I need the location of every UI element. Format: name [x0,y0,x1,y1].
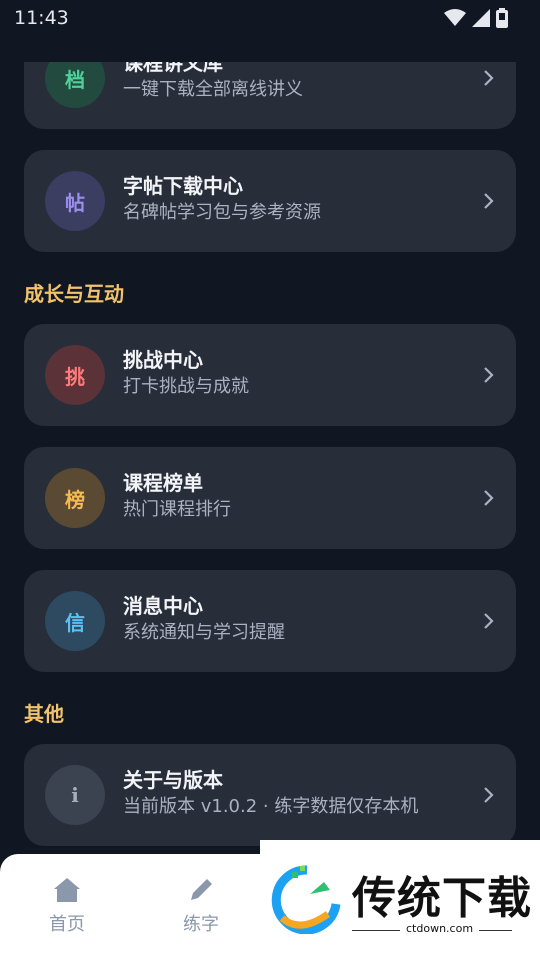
chevron-right-icon [484,787,494,803]
chevron-right-icon [484,613,494,629]
badge-copybook-icon: 帖 [45,171,105,231]
badge-ranking-icon: 榜 [45,468,105,528]
badge-message-icon: 信 [45,591,105,651]
status-bar: 11:43 [0,0,540,36]
card-copybook-download[interactable]: 帖 字帖下载中心 名碑帖学习包与参考资源 [24,150,516,252]
tab-practice[interactable]: 练字 [161,876,241,936]
card-challenge-center[interactable]: 挑 挑战中心 打卡挑战与成就 [24,324,516,426]
badge-info-icon: i [45,765,105,825]
tab-home[interactable]: 首页 [27,876,107,936]
battery-icon [496,8,508,28]
tab-label: 练字 [183,914,219,935]
tab-label: 首页 [49,914,85,935]
card-subtitle: 系统通知与学习提醒 [123,622,285,643]
card-course-ranking[interactable]: 榜 课程榜单 热门课程排行 [24,447,516,549]
chevron-right-icon [484,193,494,209]
chevron-right-icon [484,70,494,86]
section-heading-other: 其他 [24,702,64,726]
home-icon [54,878,80,902]
card-title: 字帖下载中心 [123,174,243,198]
card-subtitle: 名碑帖学习包与参考资源 [123,202,321,223]
pencil-icon [191,879,212,900]
watermark-title: 传统下载 [352,873,532,924]
card-title: 课程榜单 [123,471,203,495]
chevron-right-icon [484,367,494,383]
watermark: 传统下载 ctdown.com [260,840,540,960]
card-subtitle: 当前版本 v1.0.2 · 练字数据仅存本机 [123,796,419,817]
watermark-logo-icon [271,865,341,934]
status-time: 11:43 [14,7,69,29]
card-about-version[interactable]: i 关于与版本 当前版本 v1.0.2 · 练字数据仅存本机 [24,744,516,846]
card-subtitle: 一键下载全部离线讲义 [123,79,303,100]
card-title: 关于与版本 [123,768,223,792]
card-title: 挑战中心 [123,348,203,372]
section-heading-growth: 成长与互动 [24,282,124,306]
status-icons [444,8,508,28]
badge-challenge-icon: 挑 [45,345,105,405]
card-message-center[interactable]: 信 消息中心 系统通知与学习提醒 [24,570,516,672]
card-title: 消息中心 [123,594,203,618]
card-subtitle: 打卡挑战与成就 [123,376,249,397]
wifi-icon [444,9,466,26]
card-subtitle: 热门课程排行 [123,499,231,520]
watermark-domain: ctdown.com [400,922,480,935]
chevron-right-icon [484,490,494,506]
signal-icon [472,9,490,27]
settings-list[interactable]: 档 课程讲义库 一键下载全部离线讲义 帖 字帖下载中心 名碑帖学习包与参考资源 … [0,0,540,960]
